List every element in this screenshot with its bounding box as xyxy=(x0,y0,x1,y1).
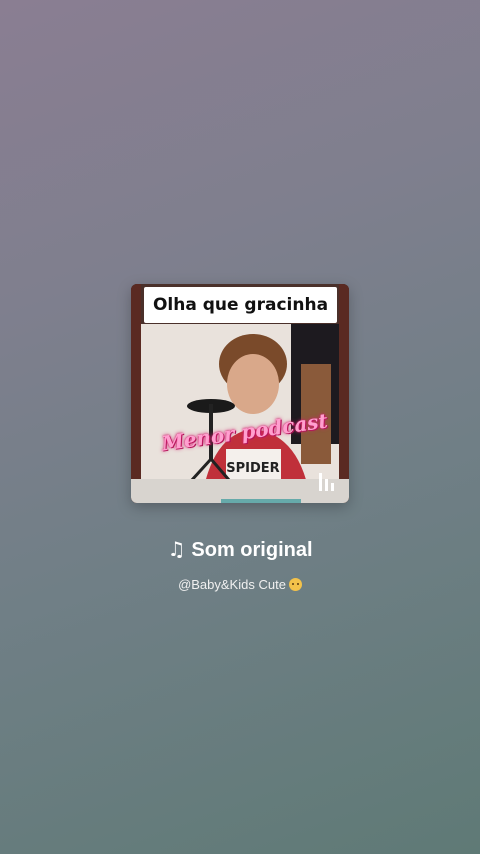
audio-bars-icon xyxy=(319,473,334,491)
sound-artist[interactable]: @Baby&Kids Cute xyxy=(0,577,480,592)
svg-text:SPIDER: SPIDER xyxy=(226,461,279,476)
music-note-icon: ♫ xyxy=(167,537,186,561)
cover-caption: Olha que gracinha xyxy=(144,287,337,323)
sound-cover-image[interactable]: SPIDER Olha que gracinha Menor podcast xyxy=(131,284,349,503)
sound-artist-text: @Baby&Kids Cute xyxy=(178,577,286,592)
sound-title[interactable]: ♫ Som original xyxy=(0,537,480,562)
baby-face-icon xyxy=(288,578,302,591)
sound-title-text: Som original xyxy=(191,539,313,561)
